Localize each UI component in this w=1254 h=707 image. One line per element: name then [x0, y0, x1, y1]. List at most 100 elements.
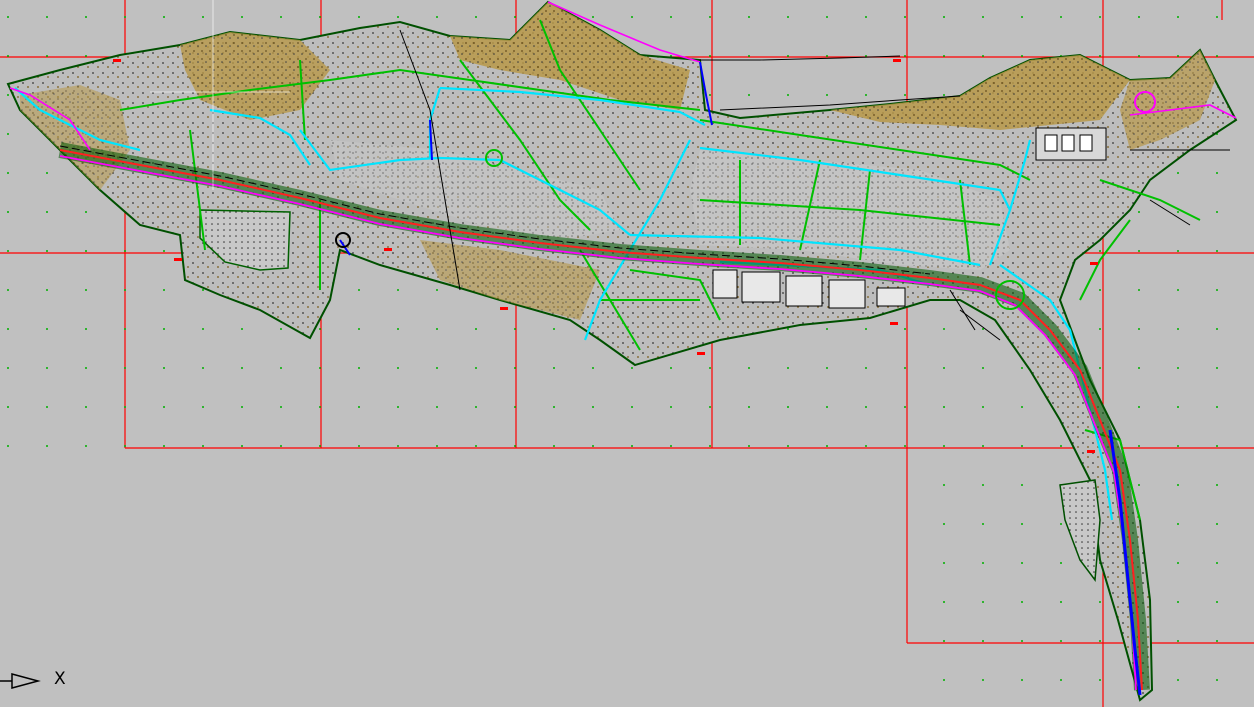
grid-dot — [241, 367, 243, 369]
grid-dot — [46, 328, 48, 330]
grid-dot — [592, 367, 594, 369]
grid-dot — [241, 16, 243, 18]
grid-dot — [163, 289, 165, 291]
grid-dot — [1177, 523, 1179, 525]
grid-dot — [826, 16, 828, 18]
grid-dot — [1138, 211, 1140, 213]
grid-dot — [1177, 406, 1179, 408]
grid-dot — [943, 367, 945, 369]
grid-dot — [1177, 679, 1179, 681]
grid-dot — [124, 250, 126, 252]
grid-dot — [553, 445, 555, 447]
grid-dot — [709, 445, 711, 447]
grid-dot — [1216, 16, 1218, 18]
grid-dot — [436, 406, 438, 408]
drawing-viewport[interactable]: X — [0, 0, 1254, 707]
grid-dot — [1099, 16, 1101, 18]
grid-dot — [514, 406, 516, 408]
grid-dot — [475, 367, 477, 369]
grid-dot — [358, 16, 360, 18]
ucs-arrow-icon — [0, 673, 41, 689]
grid-dot — [1099, 289, 1101, 291]
grid-dot — [7, 133, 9, 135]
grid-dot — [202, 406, 204, 408]
grid-dot — [748, 445, 750, 447]
grid-dot — [7, 94, 9, 96]
grid-dot — [1138, 16, 1140, 18]
grid-dot — [1021, 406, 1023, 408]
grid-dot — [436, 289, 438, 291]
grid-dot — [280, 328, 282, 330]
grid-dot — [319, 328, 321, 330]
grid-dot — [397, 367, 399, 369]
grid-dot — [1060, 601, 1062, 603]
grid-dot — [670, 406, 672, 408]
grid-dot — [1099, 55, 1101, 57]
cad-drawing[interactable] — [0, 0, 1254, 707]
grid-dot — [943, 328, 945, 330]
grid-dot — [670, 367, 672, 369]
grid-dot — [436, 367, 438, 369]
grid-dot — [1216, 367, 1218, 369]
grid-dot — [904, 328, 906, 330]
grid-dot — [1138, 250, 1140, 252]
grid-dot — [1021, 55, 1023, 57]
grid-dot — [1021, 562, 1023, 564]
grid-dot — [943, 445, 945, 447]
grid-dot — [787, 406, 789, 408]
grid-dot — [1099, 328, 1101, 330]
grid-dot — [163, 406, 165, 408]
grid-dot — [358, 328, 360, 330]
grid-dot — [1138, 367, 1140, 369]
grid-dot — [748, 16, 750, 18]
grid-dot — [748, 94, 750, 96]
grid-dot — [865, 328, 867, 330]
grid-dot — [1021, 601, 1023, 603]
grid-dot — [7, 16, 9, 18]
grid-dot — [631, 16, 633, 18]
grid-dot — [1060, 523, 1062, 525]
grid-dot — [787, 55, 789, 57]
grid-dot — [1021, 484, 1023, 486]
grid-dot — [124, 16, 126, 18]
grid-dot — [553, 367, 555, 369]
grid-dot — [7, 172, 9, 174]
grid-dot — [1177, 211, 1179, 213]
grid-dot — [865, 16, 867, 18]
grid-dot — [436, 16, 438, 18]
grid-dot — [124, 406, 126, 408]
grid-dot — [1021, 679, 1023, 681]
grid-dot — [241, 328, 243, 330]
grid-dot — [1177, 367, 1179, 369]
grid-dot — [592, 16, 594, 18]
grid-dot — [46, 289, 48, 291]
grid-dot — [826, 328, 828, 330]
grid-dot — [904, 445, 906, 447]
grid-dot — [163, 250, 165, 252]
grid-dot — [904, 406, 906, 408]
grid-dot — [1177, 328, 1179, 330]
grid-dot — [982, 445, 984, 447]
grid-dot — [319, 16, 321, 18]
grid-dot — [982, 55, 984, 57]
grid-dot — [397, 406, 399, 408]
grid-dot — [46, 445, 48, 447]
grid-dot — [46, 406, 48, 408]
grid-dot — [553, 328, 555, 330]
grid-dot — [943, 55, 945, 57]
grid-dot — [982, 679, 984, 681]
grid-dot — [709, 55, 711, 57]
grid-dot — [514, 328, 516, 330]
grid-dot — [1177, 55, 1179, 57]
grid-dot — [7, 367, 9, 369]
grid-dot — [943, 679, 945, 681]
grid-dot — [1099, 640, 1101, 642]
grid-dot — [904, 55, 906, 57]
grid-dot — [1216, 328, 1218, 330]
grid-dot — [1138, 55, 1140, 57]
grid-dot — [553, 406, 555, 408]
grid-dot — [982, 523, 984, 525]
grid-dot — [943, 640, 945, 642]
grid-dot — [982, 406, 984, 408]
grid-dot — [904, 367, 906, 369]
